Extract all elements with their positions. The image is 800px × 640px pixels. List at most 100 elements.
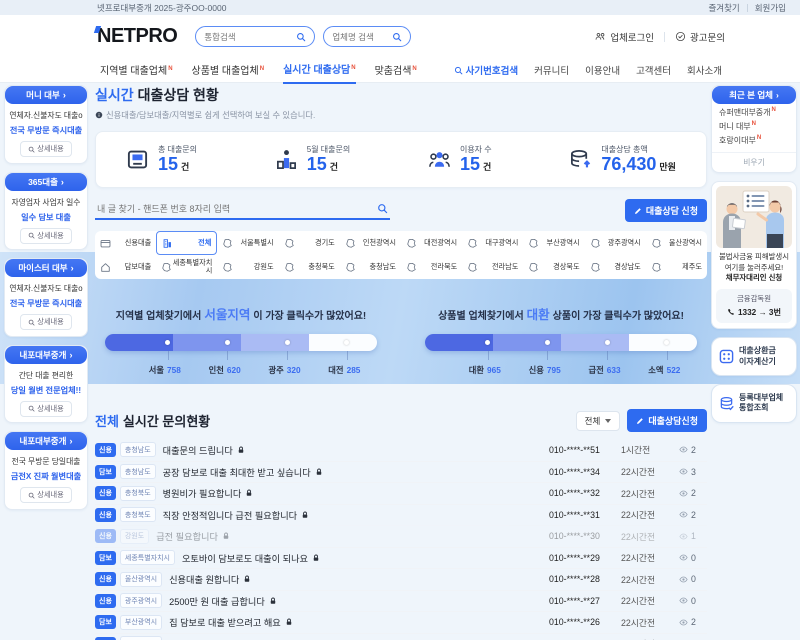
inquiry-title[interactable]: 급전 필요합니다 [156,529,218,543]
filter-region-gyeonggi[interactable]: 경기도 [279,231,340,255]
region-badge: 충청남도 [120,464,156,479]
ad-card[interactable]: 365대출› 자영업자 사업자 일수 일수 담보 대출 상세내용 [4,172,88,251]
ad-card-header[interactable]: 내포대부중개› [5,432,87,450]
filter-region-jeju[interactable]: 제주도 [646,255,707,279]
circle-check-icon [675,31,686,42]
board-apply-button[interactable]: 대출상담신청 [627,409,707,432]
table-row[interactable]: 담보 세종특별자치시 오토바이 담보로도 대출이 되나요 010-****-**… [95,547,707,569]
ad-card[interactable]: 내포대부중개› 간단 대출 편리한 당일 월변 전문업체!! 상세내용 [4,345,88,424]
nav-community[interactable]: 커뮤니티 [534,63,569,77]
global-search[interactable] [195,26,315,47]
find-post-field[interactable] [95,201,390,220]
global-search-input[interactable] [204,32,296,42]
filter-credit-loan[interactable]: 신용대출 [95,231,156,255]
ad-card-header[interactable]: 마이스터 대부› [5,259,87,277]
board-filter-select[interactable]: 전체 [576,411,621,431]
inquiry-title[interactable]: 공장 담보로 대출 최대한 받고 싶습니다 [163,465,311,479]
filter-region-jeonnam[interactable]: 전라남도 [462,255,523,279]
clear-recent-button[interactable]: 비우기 [712,152,796,172]
recent-companies-header[interactable]: 최근 본 업체› [712,86,796,104]
table-row[interactable]: 담보 충청남도 공장 담보로 대출 최대한 받고 싶습니다 010-****-*… [95,461,707,483]
nav-live-consult[interactable]: 실시간 대출상담N [283,56,356,84]
detail-button[interactable]: 상세내용 [20,228,71,244]
table-row[interactable]: 신용 대구광역시 사업자 대출 원합니다. 빠른 연락 주세요. 010-***… [95,633,707,640]
ad-card[interactable]: 내포대부중개› 전국 무방문 당일대출 금전X 진짜 월변대출 상세내용 [4,431,88,510]
filter-region-gangwon[interactable]: 강원도 [217,255,278,279]
table-row[interactable]: 신용 강원도 급전 필요합니다 010-****-**30 22시간전 1 [95,525,707,547]
credit-card-icon [100,238,111,249]
filter-region-daegu[interactable]: 대구광역시 [462,231,523,255]
nav-support[interactable]: 고객센터 [636,63,671,77]
ad-card[interactable]: 마이스터 대부› 연체자.신불자도 대출o 전국 무방문 즉시대출 상세내용 [4,258,88,337]
filter-region-chungbuk[interactable]: 충청북도 [279,255,340,279]
inquiry-title[interactable]: 병원비가 필요합니다 [163,486,242,500]
detail-button[interactable]: 상세내용 [20,141,71,157]
region-point: 서울758 [149,364,181,376]
filter-region-gyeongnam[interactable]: 경상남도 [585,255,646,279]
nav-about[interactable]: 회사소개 [687,63,722,77]
filter-region-ulsan[interactable]: 울산광역시 [646,231,707,255]
filter-region-seoul[interactable]: 서울특별시 [217,231,278,255]
fraud-number-search[interactable]: 사기번호검색 [454,63,518,77]
inquiry-title[interactable]: 2500만 원 대출 급합니다 [169,594,265,608]
ad-card[interactable]: 머니 대부› 연체자.신불자도 대출o 전국 무방문 즉시대출 상세내용 [4,85,88,164]
recent-company-item[interactable]: 호랑이대부N [712,132,796,146]
detail-button[interactable]: 상세내용 [20,487,71,503]
lock-icon [237,446,245,454]
ad-card-header[interactable]: 머니 대부› [5,86,87,104]
map-icon [590,238,601,249]
loan-calculator-card[interactable]: 대출상환금이자계산기 [711,337,797,376]
registered-lender-lookup-card[interactable]: 등록대부업체통합조회 [711,384,797,423]
consult-apply-button[interactable]: 대출상담 신청 [625,199,707,222]
filter-region-jeonbuk[interactable]: 전라북도 [401,255,462,279]
table-row[interactable]: 신용 광주광역시 2500만 원 대출 급합니다 010-****-**27 2… [95,590,707,612]
table-row[interactable]: 신용 충청남도 대출문의 드립니다 010-****-**51 1시간전 2 [95,439,707,461]
company-search[interactable] [323,26,411,47]
table-row[interactable]: 신용 울산광역시 신용대출 원합니다 010-****-**28 22시간전 0 [95,568,707,590]
map-icon [528,238,539,249]
search-icon[interactable] [392,32,402,42]
nav-custom-search[interactable]: 맞춤검색N [375,57,417,83]
inquiry-title[interactable]: 집 담보로 대출 받으려고 해요 [169,615,281,629]
inquiry-title[interactable]: 신용대출 원합니다 [169,572,239,586]
logo[interactable]: NETPRO [97,25,177,48]
illegal-finance-report-card[interactable]: 불법사금융 피해발생시 여기를 눌러주세요! 채무자대리인 신청 금융감독원 1… [711,181,797,329]
company-search-input[interactable] [332,32,392,42]
detail-button[interactable]: 상세내용 [20,314,71,330]
inquiry-title[interactable]: 오토바이 담보로도 대출이 되나요 [182,551,308,565]
filter-region-gwangju[interactable]: 광주광역시 [585,231,646,255]
nav-guide[interactable]: 이용안내 [585,63,620,77]
filter-region-gyeongbuk[interactable]: 경상북도 [523,255,584,279]
ad-card-header[interactable]: 365대출› [5,173,87,191]
filter-all-regions[interactable]: 전체 [156,231,217,255]
signup-link[interactable]: 회원가입 [755,2,786,14]
detail-button[interactable]: 상세내용 [20,401,71,417]
company-login-link[interactable]: 업체로그인 [595,30,654,44]
fss-contact: 금융감독원 1332 → 3번 [716,289,792,323]
filter-region-incheon[interactable]: 인천광역시 [340,231,401,255]
product-click-banner: 상품별 업체찾기에서대환상품이 가장 클릭수가 많았어요! 대환965 신용79… [425,304,697,386]
nav-product-lenders[interactable]: 상품별 대출업체N [192,57,265,83]
stats-card: 총 대출문의15건 5월 대출문의15건 이용자 수15건 대출상담 총액76,… [95,131,707,188]
inquiry-title[interactable]: 직장 안정적입니다 급전 필요합니다 [163,508,297,522]
filter-region-busan[interactable]: 부산광역시 [523,231,584,255]
eye-icon [679,510,688,519]
recent-company-item[interactable]: 슈퍼맨대부중개N [712,104,796,118]
filter-secured-loan[interactable]: 담보대출 [95,255,156,279]
search-icon[interactable] [377,203,388,214]
filter-region-daejeon[interactable]: 대전광역시 [401,231,462,255]
ad-card-header[interactable]: 내포대부중개› [5,346,87,364]
filter-region-chungnam[interactable]: 충청남도 [340,255,401,279]
filter-region-sejong[interactable]: 세종특별자치시 [156,255,217,279]
table-row[interactable]: 신용 충청북도 직장 안정적입니다 급전 필요합니다 010-****-**31… [95,504,707,526]
inquiry-title[interactable]: 대출문의 드립니다 [163,443,233,457]
search-icon[interactable] [296,32,306,42]
find-post-input[interactable] [97,204,377,214]
table-row[interactable]: 신용 충청북도 병원비가 필요합니다 010-****-**32 22시간전 2 [95,482,707,504]
recent-company-item[interactable]: 머니 대부N [712,118,796,132]
favorites-link[interactable]: 즐겨찾기 [708,2,739,14]
table-row[interactable]: 담보 부산광역시 집 담보로 대출 받으려고 해요 010-****-**26 … [95,611,707,633]
ad-inquiry-link[interactable]: 광고문의 [675,30,725,44]
phone-masked: 010-****-**32 [549,488,621,498]
nav-region-lenders[interactable]: 지역별 대출업체N [100,57,173,83]
